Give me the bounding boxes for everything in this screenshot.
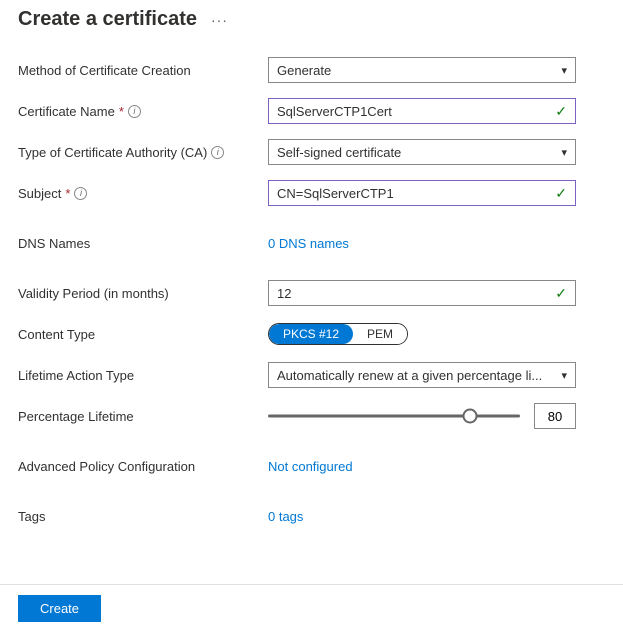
ca-type-value: Self-signed certificate <box>277 145 407 160</box>
chevron-down-icon: ▾ <box>561 369 567 382</box>
label-method: Method of Certificate Creation <box>18 63 268 78</box>
cert-name-input[interactable]: SqlServerCTP1Cert ✓ <box>268 98 576 124</box>
label-content-type: Content Type <box>18 327 268 342</box>
subject-value: CN=SqlServerCTP1 <box>277 186 394 201</box>
check-icon: ✓ <box>555 185 567 202</box>
page-title: Create a certificate <box>18 8 197 31</box>
toggle-pem[interactable]: PEM <box>353 324 407 344</box>
label-subject: Subject <box>18 186 61 201</box>
label-tags: Tags <box>18 509 268 524</box>
label-validity: Validity Period (in months) <box>18 286 268 301</box>
lifetime-action-select[interactable]: Automatically renew at a given percentag… <box>268 362 576 388</box>
label-dns-names: DNS Names <box>18 236 268 251</box>
content-type-toggle[interactable]: PKCS #12 PEM <box>268 323 408 345</box>
more-menu-icon[interactable]: ··· <box>211 12 228 28</box>
check-icon: ✓ <box>555 285 567 302</box>
cert-name-value: SqlServerCTP1Cert <box>277 104 392 119</box>
check-icon: ✓ <box>555 103 567 120</box>
subject-input[interactable]: CN=SqlServerCTP1 ✓ <box>268 180 576 206</box>
chevron-down-icon: ▾ <box>561 64 567 77</box>
create-button[interactable]: Create <box>18 595 101 622</box>
adv-policy-link[interactable]: Not configured <box>268 459 353 474</box>
required-indicator: * <box>119 104 124 119</box>
ca-type-select[interactable]: Self-signed certificate ▾ <box>268 139 576 165</box>
method-select-value: Generate <box>277 63 337 78</box>
info-icon[interactable]: i <box>128 105 141 118</box>
dns-names-link[interactable]: 0 DNS names <box>268 236 349 251</box>
pct-slider[interactable] <box>268 408 520 424</box>
info-icon[interactable]: i <box>211 146 224 159</box>
label-ca-type: Type of Certificate Authority (CA) <box>18 145 207 160</box>
validity-value: 12 <box>277 286 291 301</box>
tags-link[interactable]: 0 tags <box>268 509 303 524</box>
required-indicator: * <box>65 186 70 201</box>
chevron-down-icon: ▾ <box>561 146 567 159</box>
info-icon[interactable]: i <box>74 187 87 200</box>
label-cert-name: Certificate Name <box>18 104 115 119</box>
label-lifetime-action: Lifetime Action Type <box>18 368 268 383</box>
label-pct-lifetime: Percentage Lifetime <box>18 409 268 424</box>
lifetime-action-value: Automatically renew at a given percentag… <box>277 368 548 383</box>
pct-input[interactable] <box>534 403 576 429</box>
method-select[interactable]: Generate ▾ <box>268 57 576 83</box>
slider-track <box>268 415 520 418</box>
slider-thumb[interactable] <box>462 409 477 424</box>
label-adv-policy: Advanced Policy Configuration <box>18 459 268 474</box>
validity-input[interactable]: 12 ✓ <box>268 280 576 306</box>
toggle-pkcs12[interactable]: PKCS #12 <box>269 324 353 344</box>
